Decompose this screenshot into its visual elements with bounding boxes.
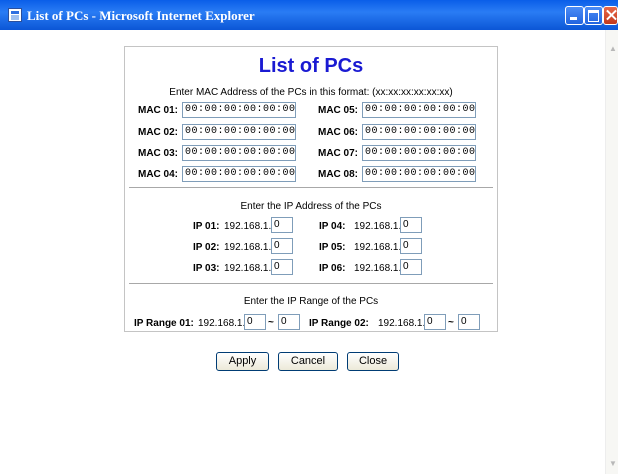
mac-07-label: MAC 07: xyxy=(318,148,359,159)
ip-01-prefix: 192.168.1. xyxy=(224,221,272,232)
ip-03-label: IP 03: xyxy=(193,263,220,274)
ip-05-input[interactable]: 0 xyxy=(400,238,422,254)
mac-02-label: MAC 02: xyxy=(138,127,179,138)
apply-button[interactable]: Apply xyxy=(216,352,269,371)
mac-08-label: MAC 08: xyxy=(318,169,359,180)
mac-05-input[interactable]: 00:00:00:00:00:00 xyxy=(362,102,476,118)
maximize-icon[interactable] xyxy=(584,6,603,25)
ip-01-label: IP 01: xyxy=(193,221,220,232)
ip-range-02-end-input[interactable]: 0 xyxy=(458,314,480,330)
internet-explorer-icon[interactable] xyxy=(8,8,22,22)
ip-06-input[interactable]: 0 xyxy=(400,259,422,275)
ip-04-input[interactable]: 0 xyxy=(400,217,422,233)
ip-range-02-prefix: 192.168.1. xyxy=(378,318,426,329)
mac-04-label: MAC 04: xyxy=(138,169,179,180)
section-divider xyxy=(129,187,493,188)
mac-06-input[interactable]: 00:00:00:00:00:00 xyxy=(362,124,476,140)
page-title: List of PCs xyxy=(258,55,364,77)
ip-range-02-label: IP Range 02: xyxy=(309,318,369,329)
ip-04-prefix: 192.168.1. xyxy=(354,221,402,232)
ip-06-label: IP 06: xyxy=(319,263,346,274)
mac-instruction: Enter MAC Address of the PCs in this for… xyxy=(169,87,453,98)
mac-03-input[interactable]: 00:00:00:00:00:00 xyxy=(182,145,296,161)
ip-range-02-start-input[interactable]: 0 xyxy=(424,314,446,330)
ip-range-01-end-input[interactable]: 0 xyxy=(278,314,300,330)
ip-02-label: IP 02: xyxy=(193,242,220,253)
pc-list-form: List of PCs Enter MAC Address of the PCs… xyxy=(124,46,498,332)
range-separator: ~ xyxy=(448,317,454,328)
ip-03-prefix: 192.168.1. xyxy=(224,263,272,274)
mac-08-input[interactable]: 00:00:00:00:00:00 xyxy=(362,166,476,182)
ip-range-01-label: IP Range 01: xyxy=(134,318,194,329)
mac-03-label: MAC 03: xyxy=(138,148,179,159)
ip-instruction: Enter the IP Address of the PCs xyxy=(240,201,382,212)
window-title: List of PCs - Microsoft Internet Explore… xyxy=(27,8,255,23)
ip-06-prefix: 192.168.1. xyxy=(354,263,402,274)
mac-07-input[interactable]: 00:00:00:00:00:00 xyxy=(362,145,476,161)
ip-01-input[interactable]: 0 xyxy=(271,217,293,233)
mac-04-input[interactable]: 00:00:00:00:00:00 xyxy=(182,166,296,182)
ip-04-label: IP 04: xyxy=(319,221,346,232)
range-separator: ~ xyxy=(268,317,274,328)
ip-05-prefix: 192.168.1. xyxy=(354,242,402,253)
vertical-scrollbar[interactable]: ▲ ▼ xyxy=(605,30,618,474)
mac-06-label: MAC 06: xyxy=(318,127,359,138)
title-bar: List of PCs - Microsoft Internet Explore… xyxy=(0,0,618,30)
ip-range-01-start-input[interactable]: 0 xyxy=(244,314,266,330)
ip-02-input[interactable]: 0 xyxy=(271,238,293,254)
section-divider xyxy=(129,283,493,284)
cancel-button[interactable]: Cancel xyxy=(278,352,338,371)
ip-03-input[interactable]: 0 xyxy=(271,259,293,275)
mac-02-input[interactable]: 00:00:00:00:00:00 xyxy=(182,124,296,140)
close-icon[interactable] xyxy=(603,6,618,25)
scroll-up-arrow-icon[interactable]: ▲ xyxy=(609,44,617,53)
scroll-down-arrow-icon[interactable]: ▼ xyxy=(609,459,617,468)
ip-02-prefix: 192.168.1. xyxy=(224,242,272,253)
close-button[interactable]: Close xyxy=(347,352,399,371)
ip-05-label: IP 05: xyxy=(319,242,346,253)
mac-01-label: MAC 01: xyxy=(138,105,179,116)
minimize-icon[interactable] xyxy=(565,6,584,25)
mac-05-label: MAC 05: xyxy=(318,105,359,116)
range-instruction: Enter the IP Range of the PCs xyxy=(243,296,379,307)
ip-range-01-prefix: 192.168.1. xyxy=(198,318,246,329)
mac-01-input[interactable]: 00:00:00:00:00:00 xyxy=(182,102,296,118)
